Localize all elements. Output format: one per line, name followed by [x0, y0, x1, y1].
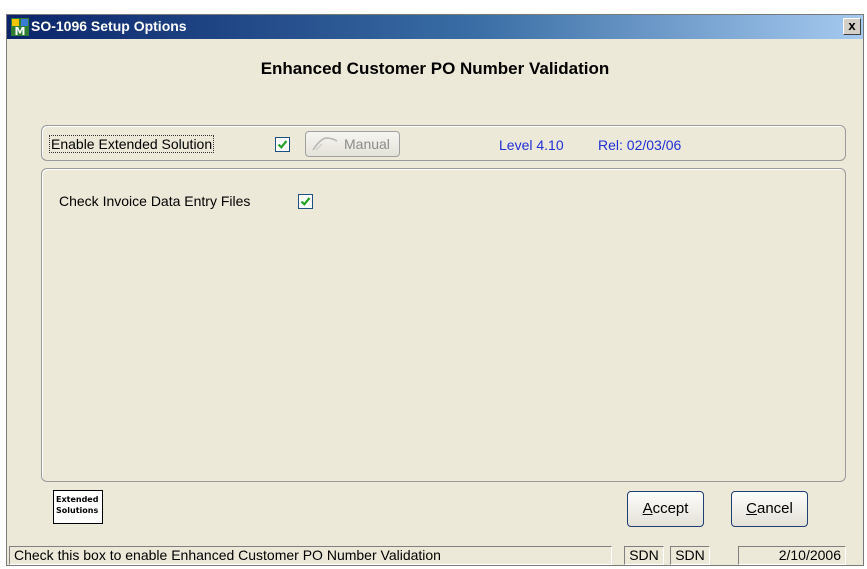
checkmark-icon [300, 197, 311, 206]
extended-solutions-logo: Extended Solutions [53, 490, 103, 524]
enable-extended-solution-label[interactable]: Enable Extended Solution [48, 135, 215, 153]
manual-button-label: Manual [344, 136, 390, 152]
check-invoice-label[interactable]: Check Invoice Data Entry Files [59, 193, 250, 209]
app-m-icon: M [11, 18, 29, 36]
solution-panel: Enable Extended Solution Manual Level 4.… [41, 125, 846, 161]
window-title: SO-1096 Setup Options [31, 18, 187, 34]
release-date-text: Rel: 02/03/06 [598, 137, 682, 153]
cancel-label: ancel [756, 500, 793, 517]
close-button[interactable]: x [843, 18, 861, 35]
svg-text:M: M [15, 25, 26, 36]
accept-label: ccept [652, 500, 689, 517]
cancel-mnemonic: C [746, 500, 757, 517]
level-text: Level 4.10 [499, 137, 564, 153]
status-date: 2/10/2006 [738, 546, 846, 565]
accept-button[interactable]: Accept [627, 491, 704, 527]
close-icon: x [848, 18, 856, 33]
logo-line-1: Extended [56, 495, 99, 504]
title-bar[interactable]: M SO-1096 Setup Options x [7, 15, 863, 39]
enable-extended-solution-checkbox[interactable] [275, 137, 290, 152]
page-heading: Enhanced Customer PO Number Validation [260, 59, 610, 78]
manual-book-icon [312, 137, 338, 151]
manual-button[interactable]: Manual [305, 131, 400, 157]
setup-options-window: M SO-1096 Setup Options x Enhanced Custo… [6, 14, 864, 566]
status-bar: Check this box to enable Enhanced Custom… [7, 544, 863, 566]
logo-line-2: Solutions [56, 506, 99, 515]
status-field-2: SDN [670, 546, 710, 565]
options-panel: Check Invoice Data Entry Files [41, 168, 846, 482]
status-message: Check this box to enable Enhanced Custom… [9, 546, 612, 565]
cancel-button[interactable]: Cancel [731, 491, 808, 527]
status-field-1: SDN [624, 546, 664, 565]
check-invoice-checkbox[interactable] [298, 194, 313, 209]
checkmark-icon [277, 140, 288, 149]
accept-mnemonic: A [642, 500, 653, 517]
